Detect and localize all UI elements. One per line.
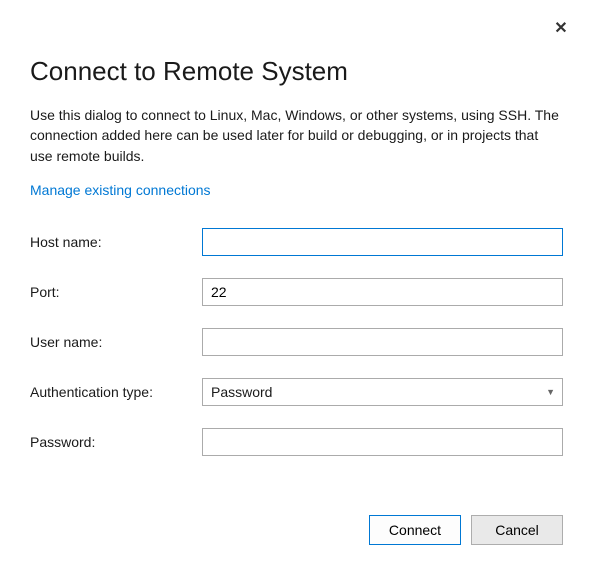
hostname-input[interactable] — [202, 228, 563, 256]
username-row: User name: — [30, 328, 563, 356]
close-icon: ✕ — [554, 18, 567, 38]
dialog-title: Connect to Remote System — [30, 56, 563, 87]
dialog-description: Use this dialog to connect to Linux, Mac… — [30, 105, 563, 166]
manage-connections-link[interactable]: Manage existing connections — [30, 182, 211, 198]
username-label: User name: — [30, 334, 202, 350]
port-input[interactable] — [202, 278, 563, 306]
authtype-value: Password — [211, 384, 272, 400]
port-label: Port: — [30, 284, 202, 300]
connect-remote-dialog: ✕ Connect to Remote System Use this dial… — [0, 0, 593, 575]
dialog-buttons: Connect Cancel — [369, 515, 563, 545]
password-input[interactable] — [202, 428, 563, 456]
password-label: Password: — [30, 434, 202, 450]
connect-button[interactable]: Connect — [369, 515, 461, 545]
authtype-row: Authentication type: Password ▼ — [30, 378, 563, 406]
password-row: Password: — [30, 428, 563, 456]
cancel-button[interactable]: Cancel — [471, 515, 563, 545]
username-input[interactable] — [202, 328, 563, 356]
authtype-select[interactable]: Password — [202, 378, 563, 406]
hostname-label: Host name: — [30, 234, 202, 250]
connection-form: Host name: Port: User name: Authenticati… — [30, 228, 563, 456]
port-row: Port: — [30, 278, 563, 306]
authtype-label: Authentication type: — [30, 384, 202, 400]
hostname-row: Host name: — [30, 228, 563, 256]
close-button[interactable]: ✕ — [551, 18, 571, 38]
